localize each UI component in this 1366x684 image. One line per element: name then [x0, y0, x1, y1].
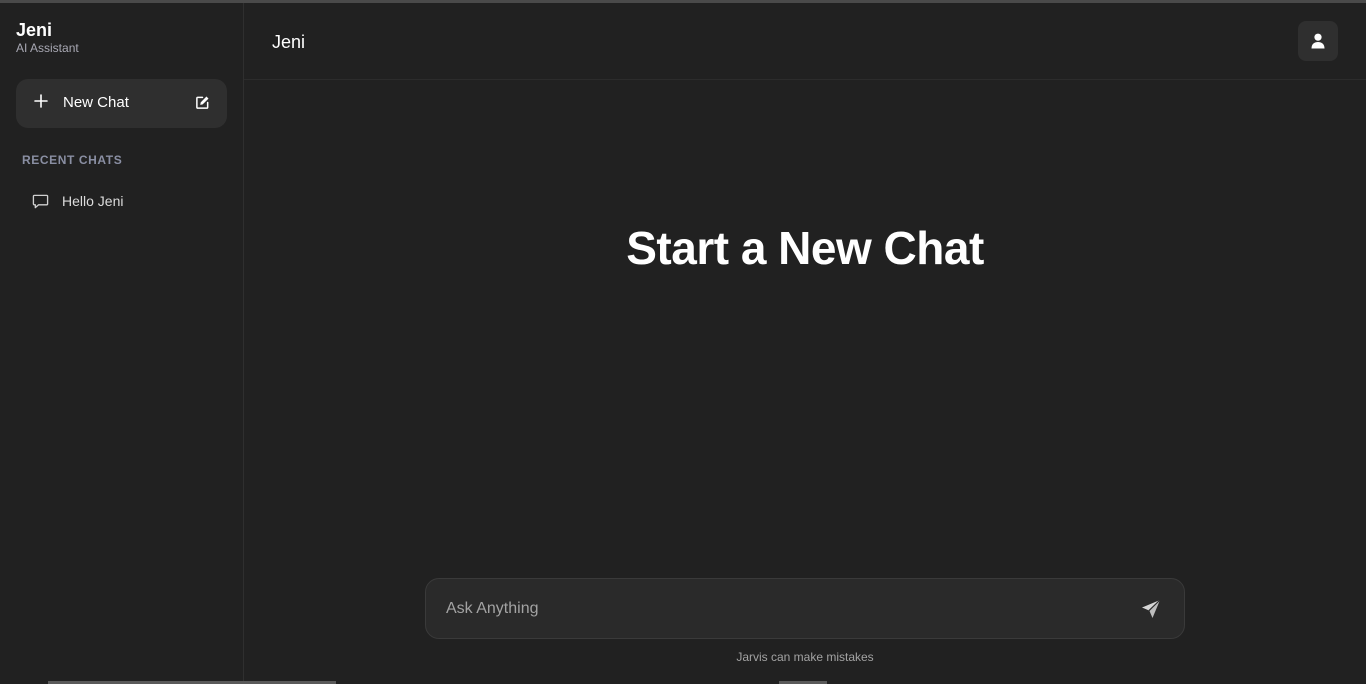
brand: Jeni AI Assistant	[16, 20, 79, 55]
plus-icon	[34, 94, 48, 108]
user-profile-button[interactable]	[1298, 21, 1338, 61]
brand-subtitle: AI Assistant	[16, 41, 79, 55]
app-root: Jeni AI Assistant New Chat RECENT CHATS …	[0, 3, 1366, 684]
chat-bubble-icon	[32, 194, 49, 209]
new-chat-button[interactable]: New Chat	[16, 79, 227, 128]
new-chat-label: New Chat	[63, 94, 129, 111]
user-icon	[1311, 33, 1325, 49]
top-header: Jeni	[244, 3, 1366, 80]
chat-main: Jeni Start a New Chat Jarvis can make mi…	[244, 3, 1366, 684]
message-composer	[425, 578, 1185, 639]
edit-icon[interactable]	[195, 95, 210, 110]
hero-title: Start a New Chat	[626, 222, 984, 274]
header-title: Jeni	[272, 32, 306, 52]
send-icon[interactable]	[1140, 598, 1162, 620]
recent-chat-label: Hello Jeni	[62, 193, 124, 209]
disclaimer-text: Jarvis can make mistakes	[736, 650, 874, 664]
recent-chats-heading: RECENT CHATS	[22, 153, 123, 167]
sidebar: Jeni AI Assistant New Chat RECENT CHATS …	[0, 3, 244, 684]
recent-chat-item[interactable]: Hello Jeni	[16, 185, 227, 217]
brand-name: Jeni	[16, 20, 53, 40]
message-input[interactable]	[446, 597, 1126, 621]
